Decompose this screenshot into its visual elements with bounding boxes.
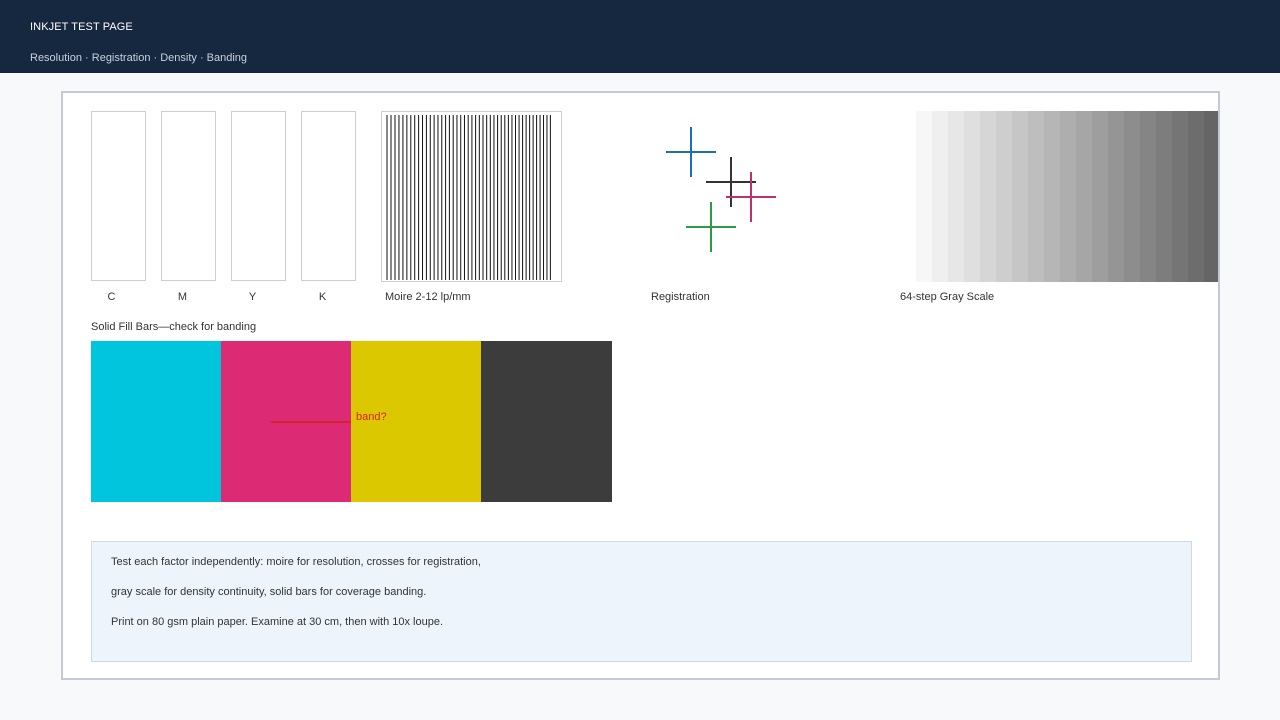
gray-scale-strip — [916, 111, 1218, 282]
instruction-line-3: Print on 80 gsm plain paper. Examine at … — [111, 616, 444, 628]
gray-step — [1172, 111, 1188, 282]
instruction-line-1: Test each factor independently: moire fo… — [111, 556, 481, 568]
swatch-magenta — [161, 111, 216, 281]
gray-step — [1044, 111, 1060, 282]
swatch-label-m: M — [177, 291, 188, 303]
gray-step — [1060, 111, 1076, 282]
gray-step — [1156, 111, 1172, 282]
registration-marks — [666, 127, 776, 252]
page-title: INKJET TEST PAGE — [30, 21, 133, 33]
solid-bar-cyan — [91, 341, 221, 502]
gray-step — [1140, 111, 1156, 282]
instruction-line-2: gray scale for density continuity, solid… — [111, 586, 427, 598]
instructions-box: Test each factor independently: moire fo… — [91, 541, 1192, 662]
gray-step — [916, 111, 932, 282]
registration-label: Registration — [651, 291, 710, 303]
swatch-label-k: K — [318, 291, 327, 303]
swatch-yellow — [231, 111, 286, 281]
gray-step — [1108, 111, 1124, 282]
page-subtitle: Resolution · Registration · Density · Ba… — [30, 52, 248, 64]
registration-cross-black — [706, 157, 756, 207]
moire-pattern — [381, 111, 562, 282]
band-marker-label: band? — [356, 411, 387, 423]
moire-label: Moire 2-12 lp/mm — [385, 291, 471, 303]
gray-step — [996, 111, 1012, 282]
gray-step — [1028, 111, 1044, 282]
solid-bar-black — [481, 341, 612, 502]
band-marker-line — [271, 421, 351, 423]
gray-step — [1076, 111, 1092, 282]
gray-step — [1204, 111, 1218, 282]
registration-cross-blue — [666, 127, 716, 177]
swatch-black — [301, 111, 356, 281]
swatch-label-y: Y — [248, 291, 257, 303]
moire-lines — [386, 115, 551, 280]
gray-step — [980, 111, 996, 282]
registration-cross-green — [686, 202, 736, 252]
page-header: INKJET TEST PAGE Resolution · Registrati… — [0, 0, 1280, 73]
swatch-cyan — [91, 111, 146, 281]
test-page-sheet: C M Y K Moire 2-12 lp/mm Registration 64… — [61, 91, 1220, 680]
registration-cross-magenta — [726, 172, 776, 222]
gray-step — [1092, 111, 1108, 282]
gray-step — [964, 111, 980, 282]
solid-fill-label: Solid Fill Bars—check for banding — [91, 321, 257, 333]
gray-step — [1124, 111, 1140, 282]
swatch-label-c: C — [107, 291, 116, 303]
solid-fill-bars — [91, 341, 612, 502]
gray-scale-label: 64-step Gray Scale — [900, 291, 995, 303]
gray-step — [948, 111, 964, 282]
gray-step — [1012, 111, 1028, 282]
gray-step — [1188, 111, 1204, 282]
gray-step — [932, 111, 948, 282]
